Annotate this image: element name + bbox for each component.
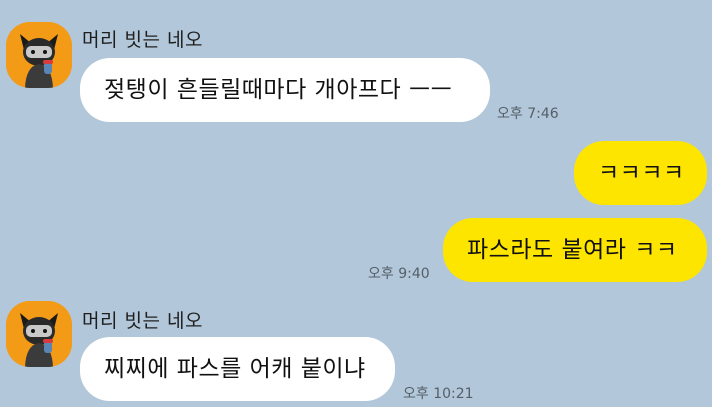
chat-message-list[interactable]: 머리 빗는 네오 젖탱이 흔들릴때마다 개아프다 ㅡㅡ 오후 7:46 ㅋㅋㅋㅋ… <box>0 0 712 407</box>
message-bubble[interactable]: 젖탱이 흔들릴때마다 개아프다 ㅡㅡ <box>80 58 490 122</box>
message-timestamp: 오후 9:40 <box>368 266 430 282</box>
message-timestamp: 오후 7:46 <box>497 106 559 122</box>
sender-avatar-icon[interactable] <box>6 22 72 88</box>
message-bubble[interactable]: 찌찌에 파스를 어캐 붙이냐 <box>80 337 395 401</box>
sender-name: 머리 빗는 네오 <box>82 310 203 332</box>
sender-name: 머리 빗는 네오 <box>82 29 203 51</box>
sender-avatar-icon[interactable] <box>6 301 72 367</box>
message-bubble[interactable]: 파스라도 붙여라 ㅋㅋ <box>443 218 707 282</box>
message-timestamp: 오후 10:21 <box>403 386 474 402</box>
message-bubble[interactable]: ㅋㅋㅋㅋ <box>574 141 707 205</box>
